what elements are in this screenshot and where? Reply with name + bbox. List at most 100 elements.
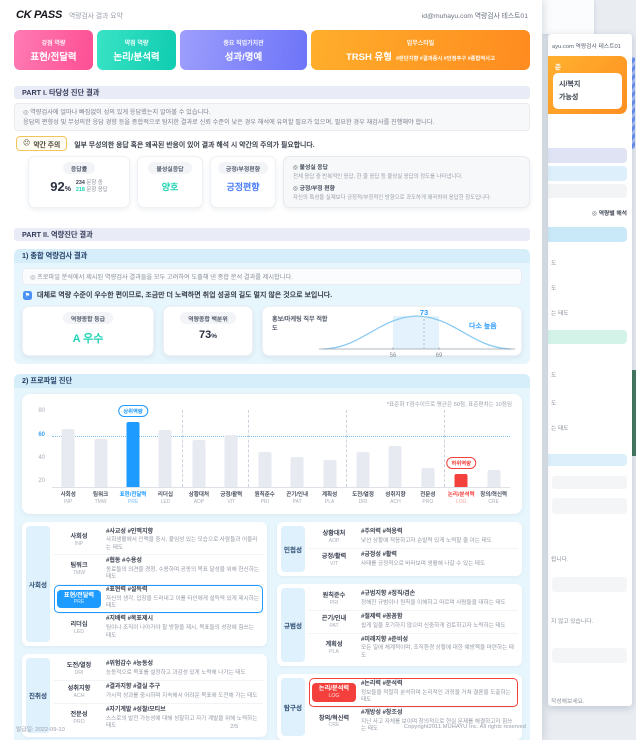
- table-row: 논리/분석력LOG#논리력 #분석력정보들을 적절히 분석하며 논리적인 과정을…: [309, 678, 518, 707]
- bar-slot: 전문성PRO: [412, 410, 444, 487]
- back-page-text-fragment: 는 태도: [551, 423, 569, 432]
- back-page-row-placeholder: [548, 454, 627, 466]
- competency-hashtags: #주의력 #적응력: [361, 529, 515, 537]
- competency-hashtags: #자기계발 #성찰/모티브: [106, 707, 260, 715]
- competency-desc-cell: #사교성 #인맥지향사회생활에서 인맥을 중시, 붙임성 있는 모습으로 사람들…: [106, 529, 260, 552]
- bar-slot: 성취지향ACH: [379, 410, 411, 487]
- bar-slot: 도전/열정DRI: [346, 410, 379, 487]
- job-fit-chart-card: 홍보/마케팅 직무 적합도 73 다소 높음 56 69: [262, 306, 522, 356]
- competency-description: 낯선 상황에 적응하고자 순발력 있게 노력할 줄 아는 태도: [361, 538, 515, 545]
- total-items: 234: [76, 180, 85, 186]
- summary-card-label: 약점 역량: [125, 38, 149, 47]
- tscore-note: *표준화 T점수이므로 평균은 50점, 표준편차는 10점임: [387, 400, 512, 408]
- back-page-section-label: ◎ 역량별 해석: [592, 208, 627, 217]
- competency-bar: [94, 439, 107, 487]
- competency-column-left: 사회성사회성INP#사교성 #인맥지향사회생활에서 인맥을 중시, 붙임성 있는…: [22, 522, 267, 740]
- competency-description: 모든 일에 체계적이며, 조직환경 상황에 대한 예방책을 마련하는 태도: [361, 645, 515, 660]
- competency-name-cell: 긍정/활력VIT: [312, 553, 356, 567]
- answered-items-text: 문항 응답: [86, 187, 107, 193]
- competency-hashtags: #미래지향 #준비성: [361, 637, 515, 645]
- summary-card-value-row: 성과/명예: [225, 49, 263, 63]
- overall-cards-row: 역량종합 등급 A 우수 역량종합 백분위 73% 홍보/마케팅 직무 적합도: [22, 306, 522, 356]
- overall-result-section: 1) 종합 역량검사 결과 ◎ 프로파일 분석에서 제시된 역량검사 결과들을 …: [14, 249, 530, 364]
- back-page-field-placeholder: [552, 648, 627, 663]
- legend-title: ◎ 긍정/부정 편향: [293, 183, 335, 192]
- competency-name: 논리/분석력: [312, 685, 356, 693]
- competency-bar: [323, 460, 336, 487]
- competency-code: PAT: [312, 623, 356, 630]
- summary-card-label: 강점 역량: [42, 38, 66, 47]
- competency-code: LOG: [312, 693, 356, 700]
- flag-icon: ⚑: [23, 291, 32, 300]
- legend-desc: 전체 응답 중 반복적인 응답, 한 줄 응답 등 불성실 응답의 정도를 나타…: [293, 172, 463, 180]
- competency-code: ADP: [312, 538, 356, 545]
- competency-bar: [421, 468, 434, 487]
- back-page-text-fragment: 는 태도: [551, 308, 569, 317]
- info-line: ◎ 역량검사에 얼마나 빠짐없이 성의 있게 응답했는지 알아볼 수 있습니다.: [23, 108, 521, 118]
- y-axis-labels: 80604020: [26, 410, 48, 488]
- competency-description: 쉽게 일을 포기하지 않으며 신중하게 검토하고자 노력하는 태도: [361, 623, 515, 630]
- back-page-row-placeholder: [548, 330, 627, 344]
- competency-name: 끈기/인내: [312, 615, 356, 623]
- competency-description: 팀이나 조직이 나아가야 할 방향을 제시, 목표들의 성장에 힘쓰는 태도: [106, 625, 260, 640]
- summary-card-label: 업무스타일: [407, 38, 435, 47]
- competency-desc-cell: #결과지향 #결실 추구가시적 성과를 중시하며 지속해서 어려운 목표에 도전…: [106, 684, 260, 700]
- stacked-page-top-tab: [542, 0, 594, 34]
- bar-slot: 창의/혁신력CRE: [477, 410, 509, 487]
- competency-bar: [291, 457, 304, 487]
- y-tick-label: 20: [38, 478, 45, 484]
- competency-name: 팀워크: [57, 562, 101, 570]
- back-page-workstyle-card: 준 시/복지 가능성: [548, 56, 627, 114]
- competency-name: 긍정/활력: [312, 553, 356, 561]
- competency-code: TMW: [57, 570, 101, 577]
- x-axis-label: 창의/혁신력CRE: [471, 490, 515, 505]
- profile-section-header: 2) 프로파일 진단: [14, 374, 530, 388]
- group-rows: 도전/열정DRI#위험감수 #능동성능동적으로 목표를 설정하고 과감성 있게 …: [54, 658, 263, 732]
- competency-hashtags: #사교성 #인맥지향: [106, 529, 260, 537]
- percentile-value: 73: [199, 329, 211, 341]
- summary-card-weakness: 약점 역량논리/분석력: [97, 30, 176, 70]
- bar-slot: 원칙준수PRI: [248, 410, 281, 487]
- competency-group: 민첩성상황대처ADP#주의력 #적응력낯선 상황에 적응하고자 순발력 있게 노…: [277, 522, 522, 576]
- competency-name: 전문성: [57, 711, 101, 719]
- bottom-competency-badge: 하위역량: [447, 457, 477, 469]
- percentile-unit: %: [211, 333, 217, 340]
- worried-face-icon: 😕: [23, 140, 30, 147]
- competency-bar: [159, 430, 172, 487]
- competency-desc-cell: #미래지향 #준비성모든 일에 체계적이며, 조직환경 상황에 대한 예방책을 …: [361, 637, 515, 660]
- page-footer: 발급일: 2022-09-10 2/5 Copyright2011.MUHAYU…: [0, 724, 542, 733]
- competency-table: 사회성사회성INP#사교성 #인맥지향사회생활에서 인맥을 중시, 붙임성 있는…: [22, 522, 522, 740]
- bias-value: 긍정편향: [226, 180, 259, 193]
- legend-desc: 자신의 특성을 실제보다 긍정적/부정적인 방향으로 과도하게 왜곡하여 응답한…: [293, 193, 491, 201]
- competency-name-cell: 논리/분석력LOG: [312, 683, 356, 701]
- competency-name-cell: 팀워크TMW: [57, 562, 101, 576]
- overall-comment-row: ⚑ 대체로 역량 수준이 우수한 편이므로, 조금만 더 노력하면 취업 성공의…: [23, 290, 521, 300]
- profile-section: 2) 프로파일 진단 *표준화 T점수이므로 평균은 50점, 표준편차는 10…: [14, 374, 530, 740]
- competency-code: PLA: [312, 649, 356, 656]
- bias-card: 긍정/부정편향 긍정편향: [210, 156, 276, 208]
- table-row: 표현/전달력PRE#표현력 #설득력자신의 생각, 입장을 드러내고 이를 타인…: [54, 585, 263, 614]
- competency-desc-cell: #주의력 #적응력낯선 상황에 적응하고자 순발력 있게 노력할 줄 아는 태도: [361, 529, 515, 545]
- summary-card-work-values: 중요 직업가치관성과/명예: [180, 30, 307, 70]
- bar-slot: 상황대처ADP: [182, 410, 215, 487]
- competency-bar: [192, 440, 205, 487]
- back-page-text-fragment: 작성해보세요.: [551, 696, 585, 705]
- y-tick-label: 80: [38, 408, 45, 414]
- back-page-text-fragment: 도: [551, 283, 556, 292]
- competency-desc-cell: #규범지향 #정직/겸손정해진 규범이나 원칙을 이해하고 따르며 사람들을 대…: [361, 591, 515, 607]
- competency-bar: [225, 435, 238, 487]
- back-page-row-placeholder: [548, 166, 627, 181]
- answered-items: 218: [76, 187, 85, 193]
- back-page-card-label: 준: [555, 61, 561, 71]
- competency-description: 가시적 성과를 중시하며 지속해서 어려운 목표에 도전해 가는 태도: [106, 693, 260, 700]
- insincerity-value: 양호: [162, 180, 179, 193]
- competency-hashtags: #표현력 #설득력: [106, 587, 260, 595]
- group-label: 사회성: [26, 526, 50, 642]
- bar-slot: 계획성PLA: [313, 410, 345, 487]
- page-number: 2/5: [230, 724, 238, 733]
- competency-hashtags: #위험감수 #능동성: [106, 661, 260, 669]
- competency-bar: [357, 452, 370, 487]
- back-page-account: ayu.com 역량검사 테스트01: [552, 41, 628, 50]
- bar-slot: 팀워크TMW: [84, 410, 116, 487]
- warning-badge: 😕 약간 주의: [16, 136, 67, 151]
